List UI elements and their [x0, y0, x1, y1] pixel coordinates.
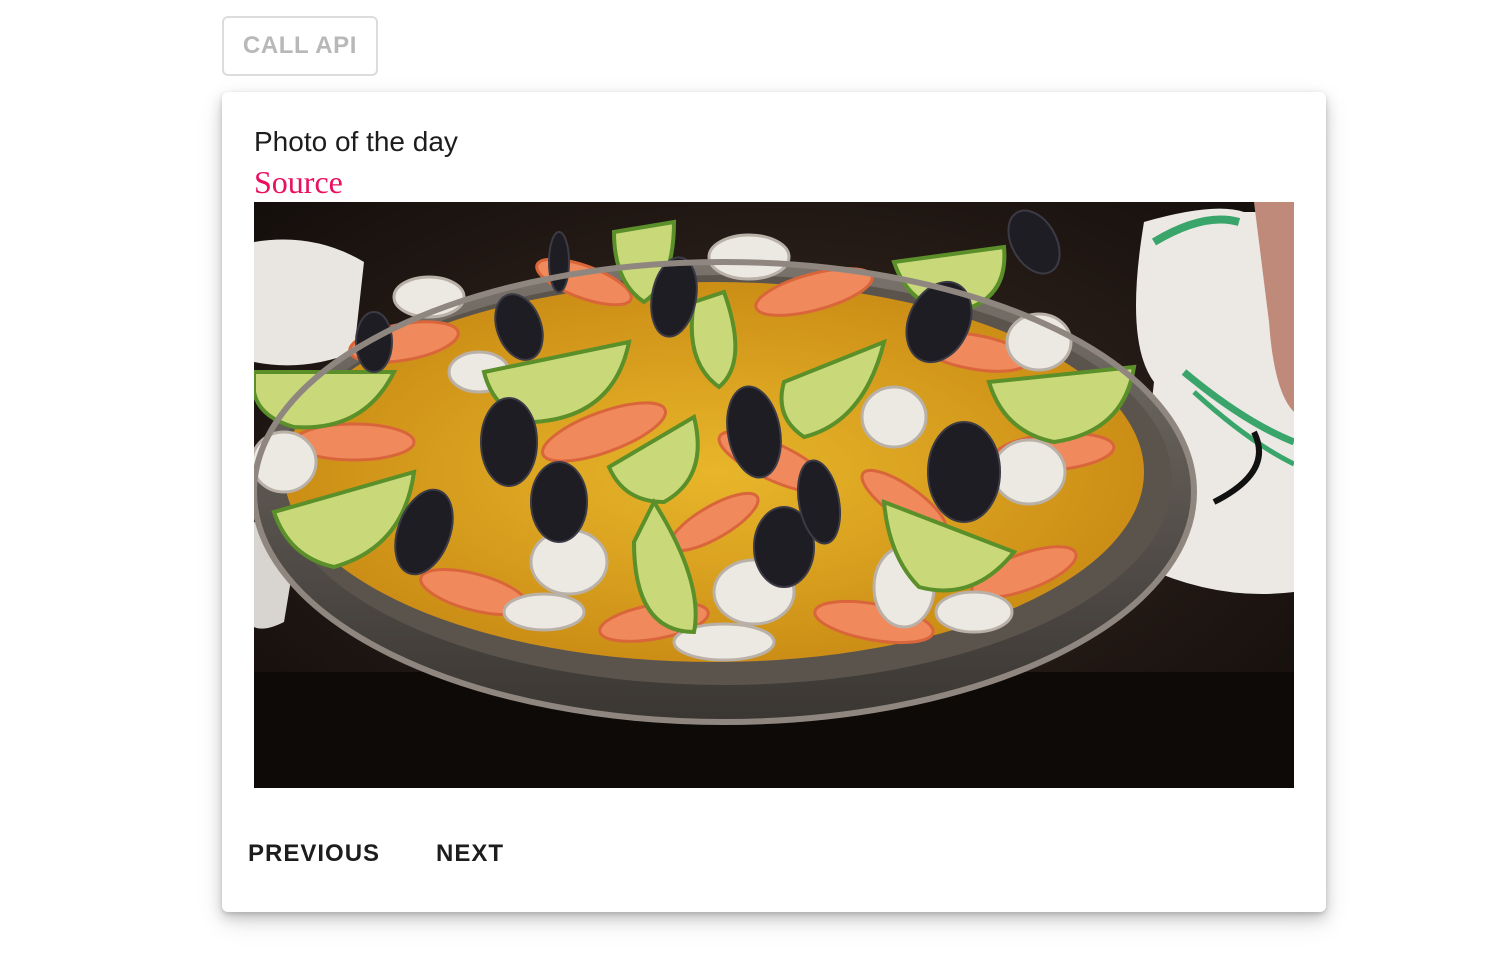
photo-card: Photo of the day Source PREVIOUS NEXT [222, 92, 1326, 912]
card-actions: PREVIOUS NEXT [248, 832, 560, 876]
source-link[interactable]: Source [254, 164, 343, 201]
next-button[interactable]: NEXT [436, 832, 504, 876]
previous-button[interactable]: PREVIOUS [248, 832, 380, 876]
call-api-button[interactable]: CALL API [222, 16, 378, 76]
card-title: Photo of the day [254, 126, 458, 157]
page: CALL API Photo of the day Source PREVIOU… [0, 0, 1506, 968]
photo-of-the-day-image [254, 202, 1294, 788]
